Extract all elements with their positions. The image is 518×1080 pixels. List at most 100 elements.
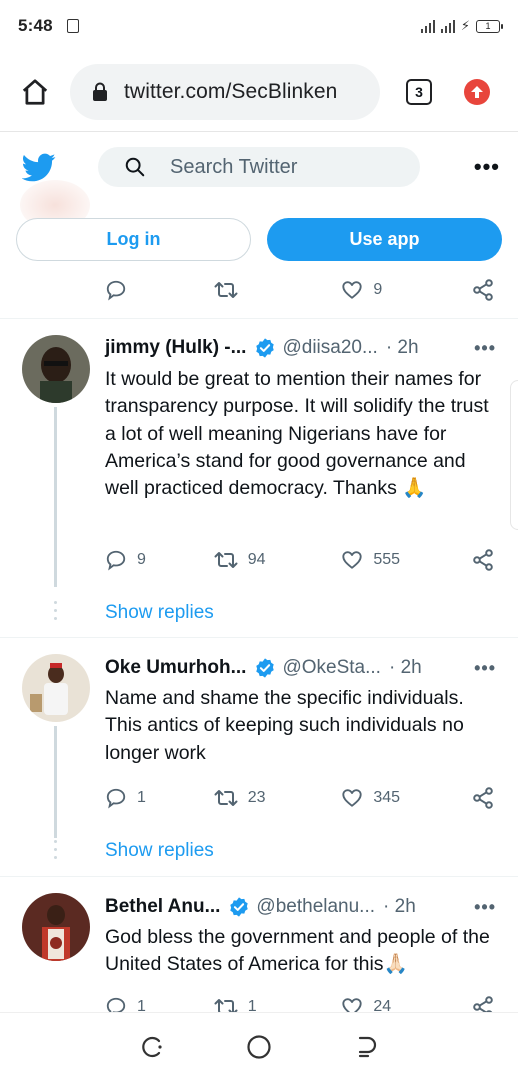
url-text: twitter.com/SecBlinken xyxy=(124,79,338,103)
author-name[interactable]: Oke Umurhoh... xyxy=(105,657,246,679)
avatar[interactable] xyxy=(22,654,90,722)
retweet-icon xyxy=(214,790,238,806)
author-handle[interactable]: @bethelanu... xyxy=(256,896,375,918)
search-input[interactable]: Search Twitter xyxy=(98,147,420,187)
reply-button[interactable]: 1 xyxy=(105,996,214,1013)
tweet-text: Name and shame the specific individuals.… xyxy=(105,687,464,764)
tweet-time[interactable]: · 2h xyxy=(386,337,419,359)
tweet-more-button[interactable]: ••• xyxy=(474,658,496,679)
address-bar[interactable]: twitter.com/SecBlinken xyxy=(70,63,380,120)
retweet-icon xyxy=(214,282,238,298)
tweet-actions: 9 94 555 xyxy=(105,547,495,573)
share-button[interactable] xyxy=(471,786,495,810)
reply-icon xyxy=(106,788,126,809)
retweet-icon xyxy=(214,552,238,568)
reply-button[interactable] xyxy=(105,279,214,301)
verified-badge-icon xyxy=(256,658,275,678)
like-button[interactable]: 9 xyxy=(341,279,471,301)
like-count: 24 xyxy=(373,998,392,1013)
browser-toolbar: twitter.com/SecBlinken 3 xyxy=(0,52,518,132)
like-button[interactable]: 345 xyxy=(341,787,471,809)
like-button[interactable]: 24 xyxy=(341,996,471,1013)
back-icon[interactable] xyxy=(351,1033,379,1061)
verified-badge-icon xyxy=(256,338,275,358)
share-button[interactable] xyxy=(471,278,495,302)
tweet-header: Bethel Anu... @bethelanu... · 2h ••• xyxy=(105,894,496,920)
use-app-button[interactable]: Use app xyxy=(267,218,502,261)
like-count: 9 xyxy=(373,281,383,298)
share-button[interactable] xyxy=(471,548,495,572)
share-button[interactable] xyxy=(471,995,495,1013)
retweet-button[interactable]: 94 xyxy=(214,549,342,571)
author-name[interactable]: jimmy (Hulk) -... xyxy=(105,337,246,359)
retweet-count: 1 xyxy=(247,998,257,1013)
retweet-icon xyxy=(214,999,238,1013)
arrow-up-icon xyxy=(471,85,483,98)
share-icon xyxy=(473,787,493,809)
thread-dots xyxy=(54,601,57,620)
tab-switcher-button[interactable]: 3 xyxy=(406,78,432,105)
retweet-button[interactable]: 1 xyxy=(214,996,342,1013)
reply-icon xyxy=(106,280,126,301)
avatar-image xyxy=(22,654,90,722)
thread-line xyxy=(54,726,57,838)
retweet-button[interactable]: 23 xyxy=(214,787,342,809)
avatar[interactable] xyxy=(22,893,90,961)
like-button[interactable]: 555 xyxy=(341,549,471,571)
signal-icon xyxy=(420,19,435,33)
auth-buttons: Log in Use app xyxy=(16,218,502,262)
share-icon xyxy=(473,549,493,571)
more-options-button[interactable]: ••• xyxy=(474,154,500,180)
tweet-header: jimmy (Hulk) -... @diisa20... · 2h ••• xyxy=(105,335,496,361)
search-icon xyxy=(125,157,145,177)
tweet-text: It would be great to mention their names… xyxy=(105,368,489,500)
reply-count: 1 xyxy=(137,789,146,806)
status-indicators: ⚡ 1 xyxy=(420,18,503,34)
author-name[interactable]: Bethel Anu... xyxy=(105,896,220,918)
lock-icon xyxy=(93,82,107,101)
avatar-image xyxy=(22,893,90,961)
signal-icon-2 xyxy=(440,19,455,33)
sim-card-icon xyxy=(66,19,79,33)
tweet-card[interactable]: Bethel Anu... @bethelanu... · 2h ••• God… xyxy=(0,877,518,1013)
reply-icon xyxy=(106,550,126,571)
tweet-card[interactable]: jimmy (Hulk) -... @diisa20... · 2h ••• I… xyxy=(0,319,518,637)
reply-button[interactable]: 1 xyxy=(105,787,214,809)
home-button[interactable] xyxy=(18,75,52,109)
search-placeholder: Search Twitter xyxy=(170,155,298,178)
tweet-more-button[interactable]: ••• xyxy=(474,338,496,359)
show-replies-link[interactable]: Show replies xyxy=(105,840,214,862)
tweet-time[interactable]: · 2h xyxy=(383,896,416,918)
avatar-image xyxy=(22,335,90,403)
reply-count: 9 xyxy=(137,551,146,568)
verified-badge-icon xyxy=(230,897,249,917)
previous-tweet-actions: 9 xyxy=(105,277,495,303)
twitter-bird-icon[interactable] xyxy=(22,150,56,184)
tweet-card[interactable]: Oke Umurhoh... @OkeSta... · 2h ••• Name … xyxy=(0,638,518,876)
recent-apps-icon[interactable] xyxy=(139,1033,167,1061)
status-time: 5:48 xyxy=(18,16,53,35)
update-button[interactable] xyxy=(464,78,490,105)
thread-line xyxy=(54,407,57,587)
heart-icon xyxy=(342,281,362,299)
reply-icon xyxy=(106,997,126,1013)
home-nav-icon[interactable] xyxy=(245,1033,273,1061)
tweet-more-button[interactable]: ••• xyxy=(474,897,496,918)
log-in-button[interactable]: Log in xyxy=(16,218,251,261)
retweet-button[interactable] xyxy=(214,279,342,301)
heart-icon xyxy=(342,551,362,569)
tweet-text: God bless the government and people of t… xyxy=(105,926,490,976)
tweet-actions: 1 23 345 xyxy=(105,785,495,811)
status-bar: 5:48 ⚡ 1 xyxy=(0,0,518,52)
author-handle[interactable]: @OkeSta... xyxy=(282,657,381,679)
system-navigation-bar xyxy=(0,1012,518,1080)
like-count: 555 xyxy=(373,551,401,568)
show-replies-link[interactable]: Show replies xyxy=(105,602,214,624)
author-handle[interactable]: @diisa20... xyxy=(282,337,377,359)
tweet-time[interactable]: · 2h xyxy=(389,657,422,679)
avatar[interactable] xyxy=(22,335,90,403)
reply-button[interactable]: 9 xyxy=(105,549,214,571)
home-icon xyxy=(22,78,48,105)
reply-count: 1 xyxy=(137,998,146,1013)
retweet-count: 94 xyxy=(247,551,266,568)
